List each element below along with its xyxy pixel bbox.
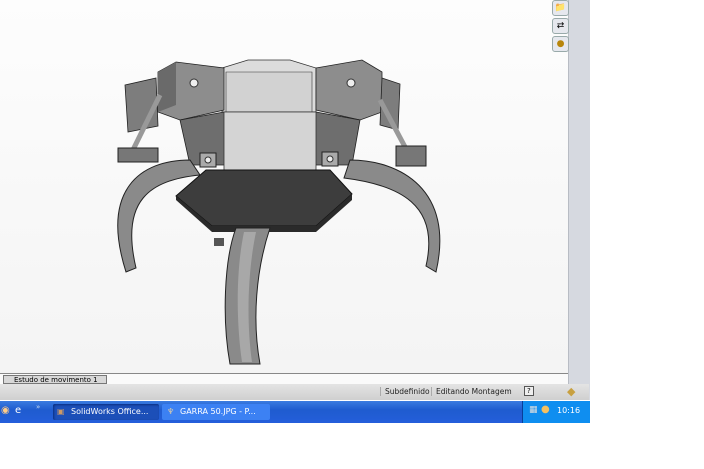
solidworks-icon: ▣ bbox=[57, 407, 65, 416]
task-pane-panel bbox=[568, 0, 590, 400]
rebuild-icon[interactable]: ◆ bbox=[567, 385, 575, 398]
taskbar-item-label: GARRA 50.JPG - P... bbox=[180, 407, 256, 416]
editing-mode-status: Editando Montagem bbox=[431, 387, 512, 396]
folder-icon[interactable]: 📁 bbox=[552, 0, 569, 16]
graphics-viewport[interactable] bbox=[0, 0, 568, 373]
system-tray: ▦ ● 10:16 bbox=[522, 401, 590, 423]
tray-app-icon[interactable]: ● bbox=[541, 404, 550, 415]
task-pane-tabs: 📁 ⇄ ● bbox=[552, 0, 569, 54]
quicklaunch-icon[interactable]: ◉ bbox=[1, 405, 10, 416]
tab-motion-study[interactable]: Estudo de movimento 1 bbox=[3, 375, 107, 384]
definition-status: Subdefinido bbox=[380, 387, 430, 396]
status-bar: Subdefinido Editando Montagem ? ◆ bbox=[0, 384, 589, 400]
help-icon[interactable]: ? bbox=[524, 386, 534, 396]
view-palette-icon[interactable]: ⇄ bbox=[552, 18, 569, 34]
quicklaunch-more[interactable]: » bbox=[36, 403, 40, 411]
paint-icon: ♆ bbox=[167, 407, 175, 416]
clock[interactable]: 10:16 bbox=[557, 406, 580, 415]
appearance-icon[interactable]: ● bbox=[552, 36, 569, 52]
ie-icon[interactable]: e bbox=[15, 405, 21, 416]
taskbar-item-paint[interactable]: ♆ GARRA 50.JPG - P... bbox=[162, 404, 270, 420]
taskbar-item-label: SolidWorks Office... bbox=[71, 407, 149, 416]
taskbar-item-solidworks[interactable]: ▣ SolidWorks Office... bbox=[53, 404, 159, 420]
windows-taskbar: ◉ e » ▣ SolidWorks Office... ♆ GARRA 50.… bbox=[0, 401, 590, 423]
network-icon[interactable]: ▦ bbox=[529, 405, 538, 415]
gripper-model bbox=[117, 59, 441, 365]
